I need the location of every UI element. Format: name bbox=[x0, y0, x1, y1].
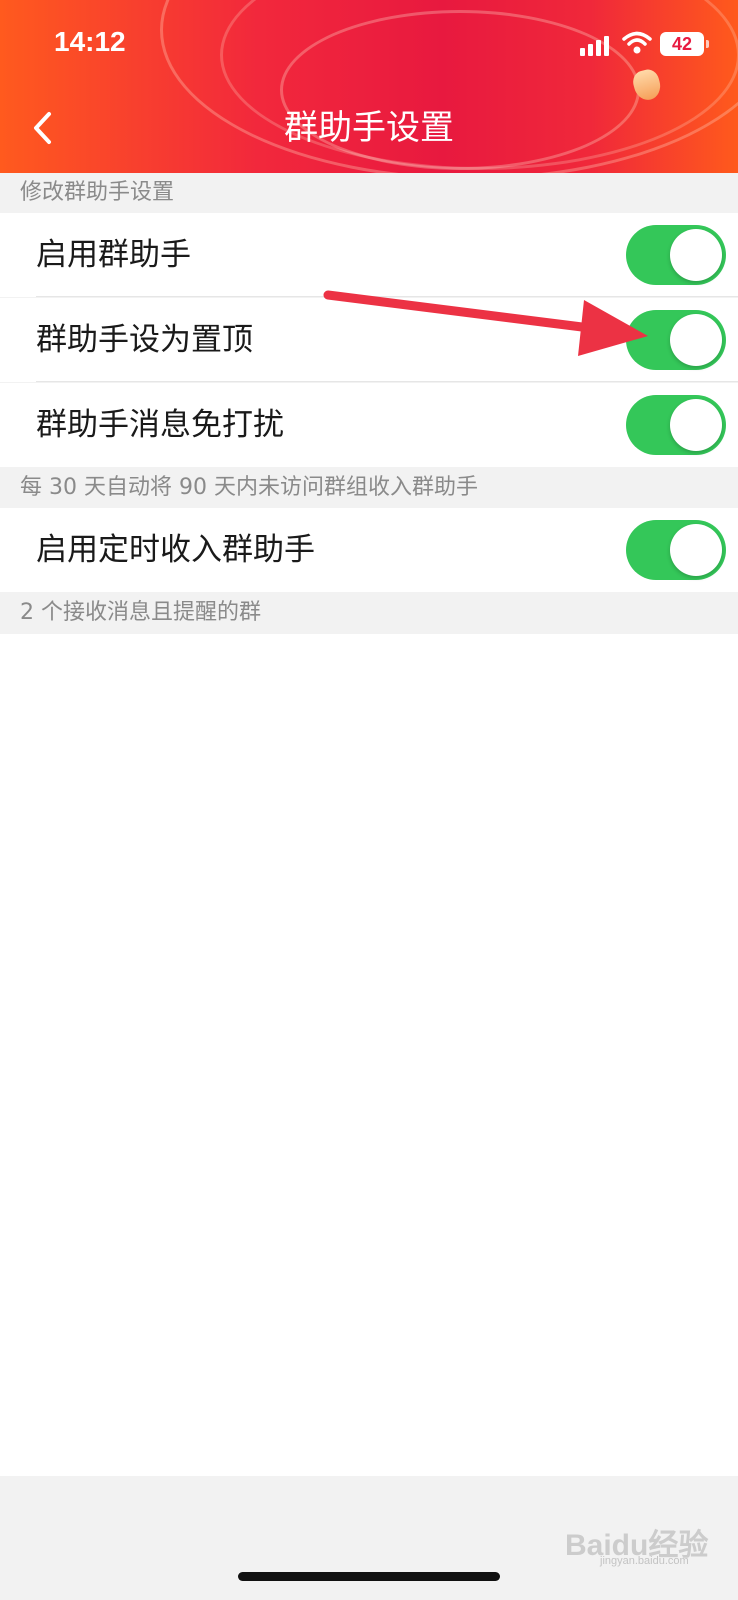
page-title: 群助手设置 bbox=[284, 108, 454, 148]
status-time: 14:12 bbox=[54, 26, 126, 57]
enable-toggle[interactable] bbox=[626, 225, 726, 285]
scheduled-toggle[interactable] bbox=[626, 520, 726, 580]
setting-label: 群助手消息免打扰 bbox=[36, 407, 284, 443]
section-label-auto: 每 30 天自动将 90 天内未访问群组收入群助手 bbox=[0, 468, 738, 508]
mute-toggle[interactable] bbox=[626, 395, 726, 455]
setting-row-scheduled: 启用定时收入群助手 bbox=[0, 508, 738, 592]
section-label-modify: 修改群助手设置 bbox=[0, 173, 738, 213]
watermark-url: jingyan.baidu.com bbox=[600, 1555, 689, 1567]
setting-label: 启用定时收入群助手 bbox=[36, 532, 315, 568]
battery-icon: 42 bbox=[660, 32, 709, 56]
section-label-groups: 2 个接收消息且提醒的群 bbox=[0, 592, 738, 634]
setting-row-pin-top: 群助手设为置顶 bbox=[0, 298, 738, 382]
wifi-icon bbox=[622, 31, 652, 54]
divider bbox=[36, 296, 738, 297]
group-list bbox=[0, 634, 738, 1476]
home-indicator[interactable] bbox=[238, 1572, 500, 1581]
nav-header: 14:12 42 群助手设置 bbox=[0, 0, 738, 173]
setting-label: 启用群助手 bbox=[36, 237, 191, 273]
pin-top-toggle[interactable] bbox=[626, 310, 726, 370]
divider bbox=[36, 381, 738, 382]
setting-label: 群助手设为置顶 bbox=[36, 322, 253, 358]
signal-icon bbox=[580, 36, 614, 56]
setting-row-enable: 启用群助手 bbox=[0, 213, 738, 297]
setting-row-mute: 群助手消息免打扰 bbox=[0, 383, 738, 467]
